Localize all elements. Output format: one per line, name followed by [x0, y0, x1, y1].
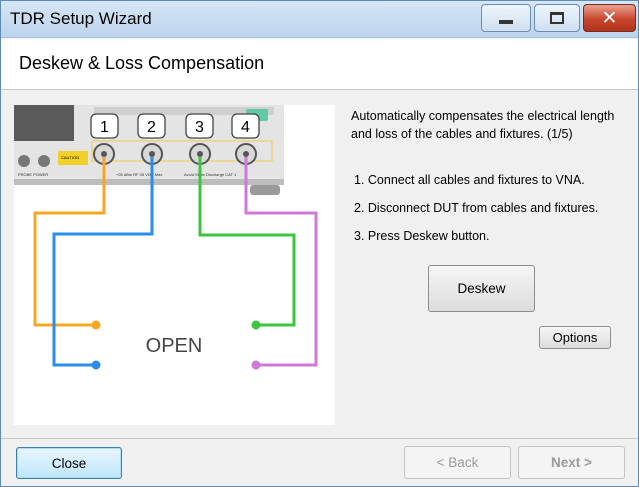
- close-icon: ✕: [601, 6, 618, 29]
- port-3-number: 3: [195, 119, 204, 136]
- window-title: TDR Setup Wizard: [10, 9, 152, 28]
- close-button[interactable]: Close: [16, 447, 122, 479]
- deskew-button[interactable]: Deskew: [428, 265, 535, 312]
- minimize-button[interactable]: [481, 4, 531, 32]
- step-item-1: 1. Connect all cables and fixtures to VN…: [354, 173, 585, 187]
- diagram-svg: PROBE POWER CAUTION +26 dBm RF 35 VDC Ma…: [14, 105, 318, 370]
- port-2-number: 2: [147, 119, 156, 136]
- title-bar[interactable]: TDR Setup Wizard ✕: [1, 1, 638, 38]
- connection-diagram: PROBE POWER CAUTION +26 dBm RF 35 VDC Ma…: [14, 105, 335, 425]
- close-window-button[interactable]: ✕: [583, 4, 636, 32]
- port-1-number: 1: [100, 119, 109, 136]
- wizard-window: TDR Setup Wizard ✕ Deskew & Loss Compens…: [0, 0, 639, 487]
- instruction-text: Automatically compensates the electrical…: [351, 109, 615, 141]
- maximize-button[interactable]: [534, 4, 580, 32]
- next-button[interactable]: Next >: [518, 446, 625, 479]
- cable-1-open-end: [91, 320, 101, 330]
- spec-label: +26 dBm RF 35 VDC Max: [116, 172, 162, 177]
- avoid-static-label: Avoid Static Discharge CAT 1: [184, 172, 237, 177]
- open-label: OPEN: [146, 335, 203, 357]
- vna-screen: [14, 105, 74, 141]
- step-item-3: 3. Press Deskew button.: [354, 229, 490, 243]
- probe-power-connector-1: [18, 155, 30, 167]
- cable-3-open-end: [251, 320, 261, 330]
- caution-text: CAUTION: [61, 155, 79, 160]
- port-3-connector-center: [197, 151, 203, 157]
- step-item-2: 2. Disconnect DUT from cables and fixtur…: [354, 201, 599, 215]
- probe-power-connector-2: [38, 155, 50, 167]
- wizard-header: Deskew & Loss Compensation: [1, 39, 638, 90]
- back-button[interactable]: < Back: [404, 446, 511, 479]
- port-1-connector-center: [101, 151, 107, 157]
- vna-foot: [250, 185, 280, 195]
- port-4-number: 4: [241, 119, 250, 136]
- port-4-connector-center: [243, 151, 249, 157]
- port-2-connector-center: [149, 151, 155, 157]
- page-title: Deskew & Loss Compensation: [19, 53, 265, 73]
- probe-power-label: PROBE POWER: [18, 172, 48, 177]
- maximize-icon: [550, 12, 564, 24]
- footer-divider: [1, 438, 638, 439]
- options-button[interactable]: Options: [539, 326, 611, 349]
- minimize-icon: [499, 20, 513, 24]
- cable-2-open-end: [91, 360, 101, 370]
- step-list: 1. Connect all cables and fixtures to VN…: [354, 173, 639, 257]
- vna-panel-edge: [14, 179, 284, 185]
- cable-4-open-end: [251, 360, 261, 370]
